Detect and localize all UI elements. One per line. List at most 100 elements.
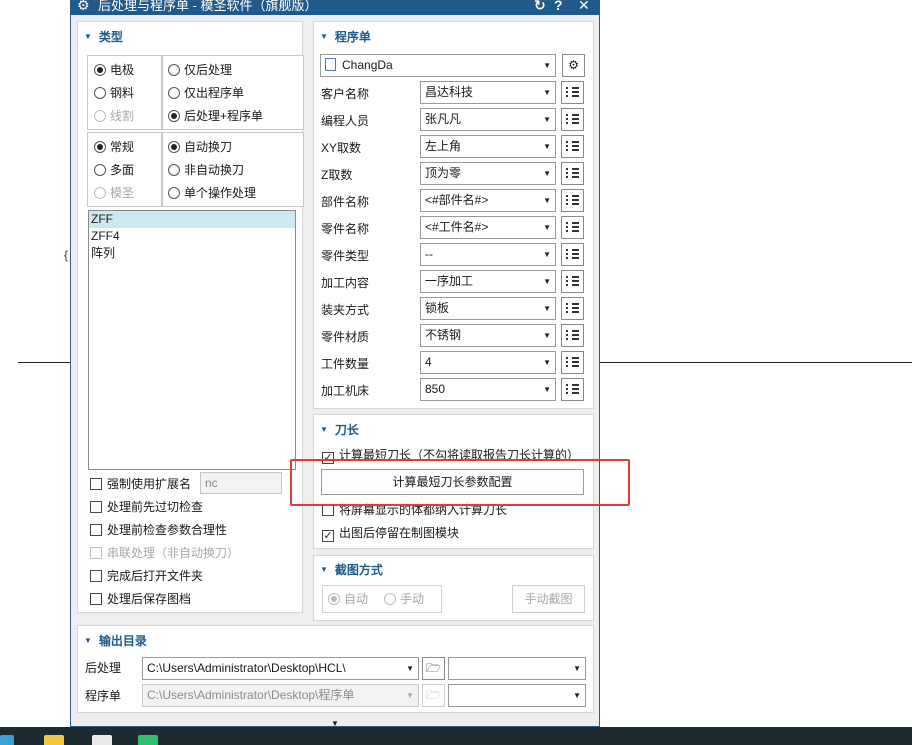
field-options-button[interactable]: [561, 243, 584, 266]
highlight-box: [290, 459, 630, 506]
field-options-button[interactable]: [561, 81, 584, 104]
radio-electrode[interactable]: 电极: [94, 63, 134, 77]
file-icon: [325, 58, 336, 71]
checkbox-box: [90, 478, 102, 490]
radio-mosheng[interactable]: 模圣: [94, 186, 134, 200]
radio-indicator: [94, 110, 106, 122]
field-options-button[interactable]: [561, 324, 584, 347]
list-icon: [566, 275, 579, 288]
template-settings-button[interactable]: ⚙: [562, 54, 585, 77]
checkbox-box: ✓: [322, 530, 334, 542]
chevron-down-icon: ▼: [543, 385, 551, 394]
field-options-button[interactable]: [561, 297, 584, 320]
radio-manual-toolchange[interactable]: 非自动换刀: [168, 163, 244, 177]
field-select[interactable]: 不锈钢 ▼: [420, 324, 556, 347]
list-icon: [566, 302, 579, 315]
field-options-button[interactable]: [561, 378, 584, 401]
list-icon: [566, 167, 579, 180]
type-section-header[interactable]: ▼ 类型: [84, 28, 123, 45]
radio-multi-face[interactable]: 多面: [94, 163, 134, 177]
radio-sheet-only[interactable]: 仅出程序单: [168, 86, 244, 100]
field-select[interactable]: 锁板 ▼: [420, 297, 556, 320]
checkbox-box: [90, 547, 102, 559]
radio-indicator: [168, 164, 180, 176]
radio-auto-toolchange[interactable]: 自动换刀: [168, 140, 232, 154]
chevron-down-icon: ▼: [543, 223, 551, 232]
close-icon[interactable]: ✕: [578, 0, 590, 14]
list-item[interactable]: ZFF: [89, 211, 295, 228]
program-section-header[interactable]: ▼ 程序单: [320, 28, 371, 45]
gear-icon: ⚙: [568, 58, 579, 72]
radio-steel[interactable]: 钢料: [94, 86, 134, 100]
field-label: 工件数量: [321, 357, 370, 371]
radio-indicator: [168, 110, 180, 122]
radio-post-only[interactable]: 仅后处理: [168, 63, 232, 77]
tool-length-section-header[interactable]: ▼ 刀长: [320, 421, 359, 438]
post-processor-list[interactable]: ZFF ZFF4 阵列: [88, 210, 296, 470]
post-output-path[interactable]: C:\Users\Administrator\Desktop\HCL\ ▼: [142, 657, 419, 680]
field-select[interactable]: 一序加工 ▼: [420, 270, 556, 293]
field-options-button[interactable]: [561, 162, 584, 185]
screenshot-section-header[interactable]: ▼ 截图方式: [320, 561, 383, 578]
field-select[interactable]: <#工件名#> ▼: [420, 216, 556, 239]
edge-icon[interactable]: [0, 735, 14, 745]
checkbox-box: [90, 501, 102, 513]
field-select[interactable]: -- ▼: [420, 243, 556, 266]
iqiyi-icon[interactable]: [138, 735, 158, 745]
gouge-check-checkbox[interactable]: 处理前先过切检查: [90, 500, 203, 514]
sheet-output-extra-select[interactable]: ▼: [448, 684, 586, 707]
manual-screenshot-button[interactable]: 手动截图: [512, 585, 585, 613]
field-select[interactable]: 昌达科技 ▼: [420, 81, 556, 104]
field-label: XY取数: [321, 141, 362, 155]
radio-normal[interactable]: 常规: [94, 140, 134, 154]
field-options-button[interactable]: [561, 351, 584, 374]
field-options-button[interactable]: [561, 135, 584, 158]
list-item[interactable]: 阵列: [89, 245, 295, 262]
field-select[interactable]: 左上角 ▼: [420, 135, 556, 158]
folder-icon[interactable]: [44, 735, 64, 745]
field-label: 零件类型: [321, 249, 370, 263]
force-extension-checkbox[interactable]: 强制使用扩展名: [90, 477, 191, 491]
post-output-label: 后处理: [85, 661, 122, 675]
field-options-button[interactable]: [561, 189, 584, 212]
field-options-button[interactable]: [561, 270, 584, 293]
field-select[interactable]: 850 ▼: [420, 378, 556, 401]
refresh-icon[interactable]: ↻: [534, 0, 546, 14]
radio-manual-screenshot[interactable]: 手动: [384, 592, 424, 606]
radio-auto-screenshot[interactable]: 自动: [328, 592, 368, 606]
help-icon[interactable]: ?: [554, 0, 563, 13]
post-output-extra-select[interactable]: ▼: [448, 657, 586, 680]
extension-input[interactable]: nc: [200, 472, 282, 494]
chevron-down-icon: ▼: [543, 304, 551, 313]
folder-open-icon: 🗁: [426, 688, 441, 702]
app-gear-icon[interactable]: ⚙: [77, 0, 90, 14]
output-section-header[interactable]: ▼ 输出目录: [84, 632, 147, 649]
sheet-output-label: 程序单: [85, 689, 122, 703]
field-select[interactable]: 张凡凡 ▼: [420, 108, 556, 131]
post-output-folder-button[interactable]: 🗁: [422, 657, 445, 680]
open-folder-checkbox[interactable]: 完成后打开文件夹: [90, 569, 203, 583]
radio-post-and-sheet[interactable]: 后处理+程序单: [168, 109, 263, 123]
field-select[interactable]: 顶为零 ▼: [420, 162, 556, 185]
radio-indicator: [168, 187, 180, 199]
radio-wire-cut[interactable]: 线割: [94, 109, 134, 123]
sheet-output-path[interactable]: C:\Users\Administrator\Desktop\程序单 ▼: [142, 684, 419, 707]
checkbox-box: [90, 593, 102, 605]
template-select[interactable]: ChangDa ▼: [320, 54, 556, 77]
param-check-checkbox[interactable]: 处理前检查参数合理性: [90, 523, 227, 537]
list-icon: [566, 329, 579, 342]
field-select[interactable]: <#部件名#> ▼: [420, 189, 556, 212]
save-file-checkbox[interactable]: 处理后保存图档: [90, 592, 191, 606]
field-options-button[interactable]: [561, 108, 584, 131]
field-options-button[interactable]: [561, 216, 584, 239]
sheet-output-folder-button[interactable]: 🗁: [422, 684, 445, 707]
radio-single-operation[interactable]: 单个操作处理: [168, 186, 256, 200]
field-select[interactable]: 4 ▼: [420, 351, 556, 374]
stay-in-drafting-checkbox[interactable]: ✓ 出图后停留在制图模块: [322, 526, 459, 542]
list-icon: [566, 194, 579, 207]
chevron-down-icon: ▼: [573, 691, 581, 700]
list-item[interactable]: ZFF4: [89, 228, 295, 245]
series-process-checkbox[interactable]: 串联处理（非自动换刀）: [90, 546, 239, 560]
radio-indicator: [94, 87, 106, 99]
app-icon[interactable]: [92, 735, 112, 745]
